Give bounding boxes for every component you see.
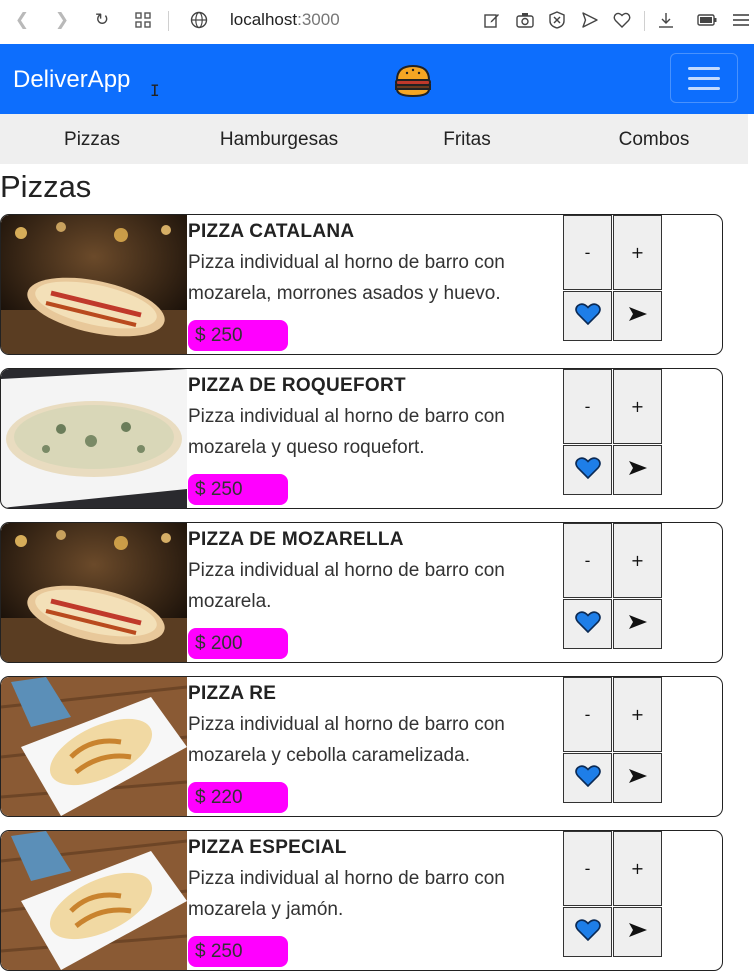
toolbar-divider (168, 11, 169, 31)
product-name: PIZZA ESPECIAL (188, 837, 347, 858)
address-host: localhost (230, 10, 298, 29)
product-card: PIZZA CATALANA Pizza individual al horno … (0, 214, 723, 355)
heart-icon (574, 919, 601, 945)
add-to-cart-button[interactable] (613, 291, 662, 341)
heart-icon (574, 457, 601, 483)
menu-lines-icon[interactable] (728, 8, 752, 32)
burger-icon (393, 64, 433, 98)
favorite-button[interactable] (563, 599, 612, 649)
tab-fritas[interactable]: Fritas (443, 128, 491, 152)
refresh-icon[interactable]: ↻ (90, 8, 114, 32)
product-description: Pizza individual al horno de barro con m… (188, 406, 505, 458)
browser-toolbar: ❮ ❯ ↻ localhost:3000 (0, 0, 754, 45)
price-badge: $ 250 (188, 936, 288, 967)
navbar-toggler-button[interactable] (670, 53, 738, 103)
address-bar[interactable]: localhost:3000 (230, 9, 340, 31)
increase-quantity-button[interactable]: + (613, 523, 662, 598)
product-image (1, 523, 187, 662)
apps-grid-icon[interactable] (131, 8, 155, 32)
product-name: PIZZA DE ROQUEFORT (188, 375, 406, 396)
add-to-cart-button[interactable] (613, 907, 662, 957)
section-title: Pizzas (0, 169, 92, 204)
product-image (1, 215, 187, 354)
decrease-quantity-button[interactable]: - (563, 369, 612, 444)
product-card: PIZZA RE Pizza individual al horno de bar… (0, 676, 723, 817)
category-nav: Pizzas Hamburgesas Fritas Combos (0, 114, 748, 164)
brand-name[interactable]: DeliverApp (13, 66, 130, 94)
favorite-button[interactable] (563, 445, 612, 495)
product-name: PIZZA DE MOZARELLA (188, 529, 404, 550)
decrease-quantity-button[interactable]: - (563, 677, 612, 752)
product-card: PIZZA ESPECIAL Pizza individual al horno … (0, 830, 723, 971)
address-port: :3000 (297, 10, 340, 29)
product-name: PIZZA RE (188, 683, 277, 704)
heart-outline-icon[interactable] (610, 8, 634, 32)
decrease-quantity-button[interactable]: - (563, 523, 612, 598)
edit-page-icon[interactable] (480, 8, 504, 32)
navbar: DeliverApp I (0, 44, 754, 114)
toggler-bar (688, 87, 720, 90)
favorite-button[interactable] (563, 753, 612, 803)
favorite-button[interactable] (563, 291, 612, 341)
heart-icon (574, 611, 601, 637)
send-arrow-icon (628, 768, 648, 788)
decrease-quantity-button[interactable]: - (563, 831, 612, 906)
price-badge: $ 220 (188, 782, 288, 813)
product-description: Pizza individual al horno de barro con m… (188, 252, 505, 304)
toolbar-divider-2 (644, 11, 645, 31)
heart-icon (574, 303, 601, 329)
add-to-cart-button[interactable] (613, 445, 662, 495)
tab-hamburgesas[interactable]: Hamburgesas (220, 128, 338, 152)
product-name: PIZZA CATALANA (188, 221, 355, 242)
product-card: PIZZA DE ROQUEFORT Pizza individual al ho… (0, 368, 723, 509)
increase-quantity-button[interactable]: + (613, 369, 662, 444)
download-icon[interactable] (654, 8, 678, 32)
product-image (1, 677, 187, 816)
add-to-cart-button[interactable] (613, 753, 662, 803)
heart-icon (574, 765, 601, 791)
send-arrow-icon (628, 460, 648, 480)
camera-icon[interactable] (513, 8, 537, 32)
product-card: PIZZA DE MOZARELLA Pizza individual al ho… (0, 522, 723, 663)
increase-quantity-button[interactable]: + (613, 677, 662, 752)
send-arrow-icon (628, 306, 648, 326)
back-icon[interactable]: ❮ (10, 8, 34, 32)
globe-icon[interactable] (187, 8, 211, 32)
toggler-bar (688, 67, 720, 70)
product-description: Pizza individual al horno de barro con m… (188, 560, 505, 612)
battery-icon (695, 8, 719, 32)
increase-quantity-button[interactable]: + (613, 831, 662, 906)
send-arrow-icon (628, 614, 648, 634)
tab-pizzas[interactable]: Pizzas (64, 128, 120, 152)
product-image (1, 369, 187, 508)
toggler-bar (688, 77, 720, 80)
product-description: Pizza individual al horno de barro con m… (188, 714, 505, 766)
price-badge: $ 250 (188, 320, 288, 351)
price-badge: $ 200 (188, 628, 288, 659)
send-arrow-icon (628, 922, 648, 942)
forward-icon[interactable]: ❯ (50, 8, 74, 32)
shield-block-icon[interactable] (545, 8, 569, 32)
product-image (1, 831, 187, 970)
increase-quantity-button[interactable]: + (613, 215, 662, 290)
favorite-button[interactable] (563, 907, 612, 957)
send-icon[interactable] (578, 8, 602, 32)
price-badge: $ 250 (188, 474, 288, 505)
add-to-cart-button[interactable] (613, 599, 662, 649)
decrease-quantity-button[interactable]: - (563, 215, 612, 290)
tab-combos[interactable]: Combos (619, 128, 690, 152)
text-cursor-icon: I (150, 81, 160, 100)
product-description: Pizza individual al horno de barro con m… (188, 868, 505, 920)
